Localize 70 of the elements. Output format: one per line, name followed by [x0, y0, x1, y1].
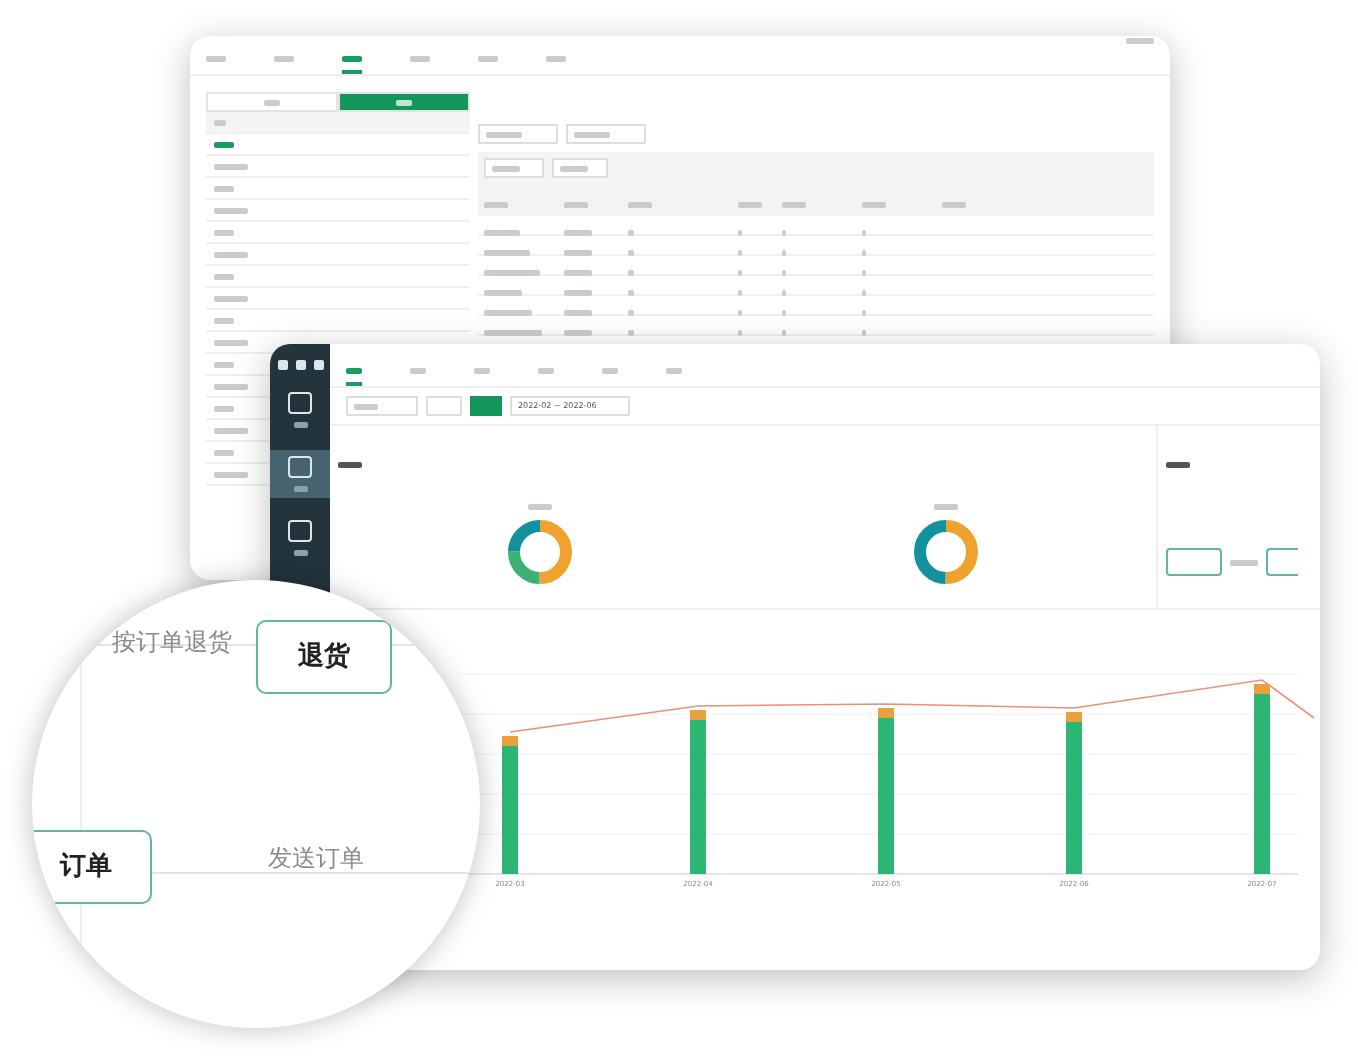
flow-node: 订单 — [32, 830, 152, 904]
blurred-label — [214, 273, 234, 279]
blurred-label — [484, 269, 540, 275]
blurred-label — [214, 185, 234, 191]
blurred-label — [1126, 38, 1154, 44]
blurred-label — [214, 251, 248, 257]
blurred-label — [214, 339, 248, 345]
blurred-label — [628, 229, 634, 235]
blurred-label — [564, 249, 592, 255]
blurred-label — [628, 329, 634, 335]
blurred-label — [214, 119, 226, 125]
tab[interactable] — [342, 52, 362, 74]
blurred-label — [484, 329, 542, 335]
blurred-label — [214, 229, 234, 235]
blurred-label — [338, 462, 362, 468]
blurred-label — [214, 471, 248, 477]
toggle-button[interactable] — [470, 396, 502, 416]
box-icon — [288, 520, 312, 542]
tab[interactable] — [346, 364, 362, 386]
segment-button[interactable] — [206, 92, 338, 112]
toggle-button[interactable] — [426, 396, 462, 416]
edge-label: 发送订单 — [268, 842, 364, 876]
blurred-label — [484, 229, 520, 235]
blurred-label — [1166, 462, 1190, 468]
blurred-label — [942, 202, 966, 208]
blurred-label — [782, 202, 806, 208]
edge-label: 按订单退货 — [112, 626, 232, 660]
filter-field[interactable] — [484, 158, 544, 178]
blurred-label — [933, 504, 958, 510]
blurred-label — [628, 309, 634, 315]
dropdown-field[interactable] — [346, 396, 418, 416]
flow-node — [1166, 548, 1222, 576]
dropdown-field[interactable] — [566, 124, 646, 144]
blurred-label — [214, 295, 248, 301]
blurred-label — [484, 202, 508, 208]
blurred-label — [628, 269, 634, 275]
blurred-label — [214, 383, 248, 389]
blurred-label — [214, 207, 248, 213]
blurred-label — [564, 289, 592, 295]
blurred-label — [564, 309, 592, 315]
blurred-label — [214, 427, 248, 433]
blurred-label — [214, 405, 234, 411]
box-icon — [288, 392, 312, 414]
blurred-label — [1230, 559, 1258, 565]
blurred-label — [628, 249, 634, 255]
dropdown-field[interactable] — [478, 124, 558, 144]
blurred-label — [628, 202, 652, 208]
blurred-label — [738, 202, 762, 208]
blurred-label — [484, 249, 530, 255]
blurred-label — [484, 309, 532, 315]
blurred-label — [214, 361, 234, 367]
blurred-label — [564, 329, 592, 335]
donut-chart-drawing — [506, 518, 575, 586]
blurred-label — [528, 504, 553, 510]
segment-button[interactable] — [338, 92, 470, 112]
blurred-label — [214, 317, 234, 323]
blurred-label — [628, 289, 634, 295]
blurred-label — [564, 229, 592, 235]
blurred-label — [564, 202, 588, 208]
box-icon — [288, 456, 312, 478]
flow-node: 退货 — [256, 620, 392, 694]
blurred-label — [214, 449, 234, 455]
blurred-label — [214, 163, 248, 169]
sidebar-item[interactable] — [270, 450, 330, 498]
filter-field[interactable] — [552, 158, 608, 178]
blurred-label — [564, 269, 592, 275]
blurred-label — [484, 289, 522, 295]
donut-chart-drawing — [911, 518, 980, 586]
flow-node — [1266, 548, 1298, 576]
blurred-label — [862, 202, 886, 208]
